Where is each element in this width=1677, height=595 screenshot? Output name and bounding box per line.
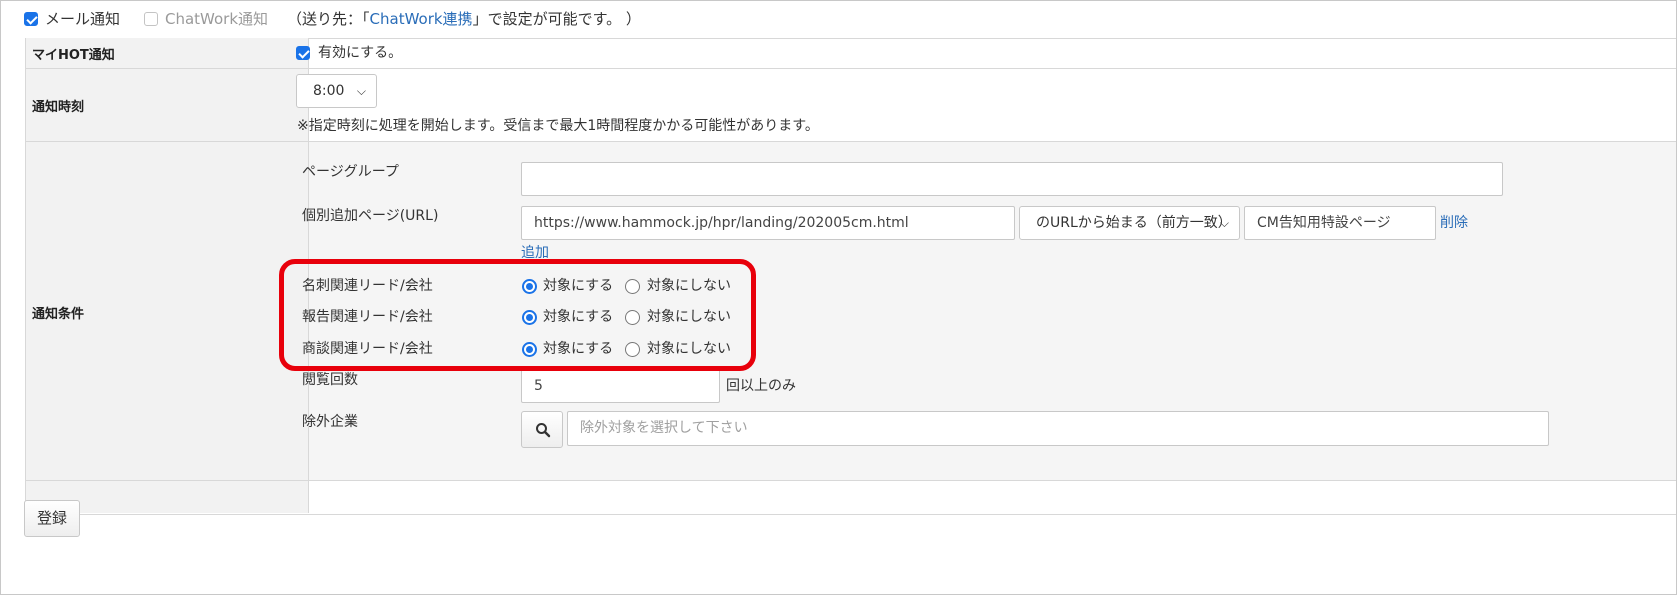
url-label: 個別追加ページ(URL) (302, 208, 439, 224)
note-suffix: 」で設定が可能です。 ） (472, 10, 641, 28)
row-divider (25, 68, 1676, 69)
chatwork-notify-label: ChatWork通知 (165, 10, 269, 28)
send-to-note: （送り先：「ChatWork連携」で設定が可能です。 ） (287, 10, 641, 28)
delete-link[interactable]: 削除 (1440, 214, 1468, 232)
myhot-label: マイHOT通知 (32, 48, 115, 63)
page-name-input[interactable]: CM告知用特設ページ (1244, 206, 1436, 240)
views-label: 閲覧回数 (302, 372, 358, 388)
views-suffix: 回以上のみ (726, 378, 796, 394)
url-input[interactable]: https://www.hammock.jp/hpr/landing/20200… (521, 206, 1015, 240)
row-divider (25, 141, 1676, 142)
row-divider (25, 480, 1676, 481)
time-select-value: 8:00 (313, 83, 345, 99)
match-type-value: のURLから始まる（前方一致） (1036, 215, 1232, 231)
chatwork-link[interactable]: ChatWork連携 (370, 10, 473, 28)
page-group-input[interactable] (521, 162, 1503, 196)
myhot-enable-checkbox[interactable] (296, 46, 310, 60)
conditions-label: 通知条件 (32, 307, 85, 322)
exclude-company-input[interactable]: 除外対象を選択して下さい (567, 411, 1549, 446)
page-group-label: ページグループ (302, 164, 399, 180)
time-label: 通知時刻 (32, 100, 85, 115)
note-prefix: （送り先：「 (287, 10, 370, 28)
register-button[interactable]: 登録 (24, 500, 80, 537)
mail-notify-label: メール通知 (45, 10, 121, 28)
time-note: ※指定時刻に処理を開始します。受信まで最大1時間程度かかる可能性があります。 (297, 118, 819, 134)
mail-notify-checkbox[interactable] (24, 12, 38, 26)
exclude-label: 除外企業 (302, 414, 358, 430)
match-type-select[interactable]: のURLから始まる（前方一致） ⌵ (1019, 206, 1240, 240)
time-select[interactable]: 8:00 ⌵ (296, 74, 377, 108)
chatwork-notify-checkbox[interactable] (144, 12, 158, 26)
chevron-down-icon: ⌵ (1219, 216, 1229, 230)
myhot-enable-label: 有効にする。 (318, 45, 403, 61)
views-input[interactable]: 5 (521, 369, 720, 403)
chevron-down-icon: ⌵ (356, 84, 366, 98)
exclude-search-button[interactable] (521, 411, 563, 448)
search-icon (536, 423, 551, 438)
highlight-box (279, 259, 756, 371)
